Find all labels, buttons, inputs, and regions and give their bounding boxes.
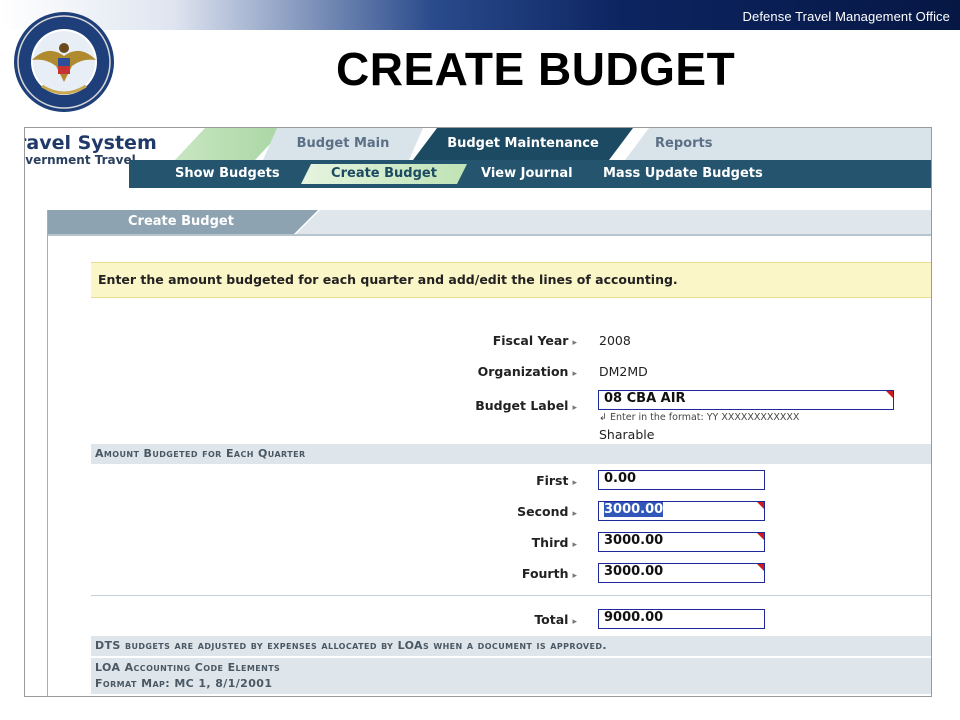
loa-title: LOA Accounting Code Elements [95, 661, 281, 674]
arrow-icon: ▸ [572, 478, 577, 488]
quarter-first-label-text: First [536, 473, 569, 488]
dts-note-bar: DTS budgets are adjusted by expenses all… [91, 636, 931, 656]
organization-value: DM2MD [599, 364, 648, 379]
quarter-first-label: First ▸ [377, 473, 577, 488]
quarter-second-input[interactable]: 3000.00 [598, 501, 765, 521]
budget-label-label-text: Budget Label [475, 398, 569, 413]
amount-section-header: Amount Budgeted for Each Quarter [91, 444, 931, 464]
quarter-first-value: 0.00 [604, 471, 637, 486]
arrow-icon: ▸ [572, 369, 577, 379]
loa-section-header: LOA Accounting Code Elements Format Map:… [91, 658, 931, 694]
quarter-second-label-text: Second [517, 504, 569, 519]
arrow-icon: ▸ [572, 509, 577, 519]
total-field: 9000.00 [598, 609, 765, 629]
quarter-third-value: 3000.00 [604, 533, 664, 548]
instruction-text: Enter the amount budgeted for each quart… [98, 272, 678, 287]
office-name: Defense Travel Management Office [742, 9, 950, 24]
arrow-icon: ▸ [572, 540, 577, 550]
arrow-icon: ▸ [572, 338, 577, 348]
fiscal-year-label-text: Fiscal Year [492, 333, 569, 348]
brand-title: ravel System [24, 132, 157, 154]
tab-budget-maintenance[interactable]: Budget Maintenance [413, 128, 633, 160]
total-value: 9000.00 [604, 610, 664, 625]
quarter-third-input[interactable]: 3000.00 [598, 532, 765, 552]
organization-label-text: Organization [477, 364, 569, 379]
quarter-fourth-input[interactable]: 3000.00 [598, 563, 765, 583]
slide-header-bar: Defense Travel Management Office [0, 0, 960, 30]
subnav-create-budget[interactable]: Create Budget [301, 164, 467, 184]
quarter-first-input[interactable]: 0.00 [598, 470, 765, 490]
panel-header-fill [296, 210, 931, 234]
sharable-text: Sharable [599, 427, 655, 442]
sub-nav-bar: Show Budgets Create Budget View Journal … [129, 160, 931, 188]
quarter-fourth-label: Fourth ▸ [377, 566, 577, 581]
amount-section-title: Amount Budgeted for Each Quarter [95, 447, 306, 460]
budget-label-label: Budget Label ▸ [377, 398, 577, 413]
quarter-second-label: Second ▸ [377, 504, 577, 519]
format-map: Format Map: MC 1, 8/1/2001 [95, 677, 273, 690]
app-screenshot: ravel System overnment Travel Budget Mai… [24, 127, 932, 697]
arrow-icon: ▸ [572, 403, 577, 413]
budget-label-hint-text: Enter in the format: YY XXXXXXXXXXXX [609, 412, 800, 423]
arrow-icon: ▸ [572, 571, 577, 581]
budget-label-input-value: 08 CBA AIR [604, 391, 686, 406]
quarter-fourth-value: 3000.00 [604, 564, 664, 579]
quarter-fourth-label-text: Fourth [521, 566, 569, 581]
subnav-show-budgets[interactable]: Show Budgets [175, 160, 280, 188]
fiscal-year-label: Fiscal Year ▸ [377, 333, 577, 348]
panel-rule [48, 234, 931, 236]
instruction-banner: Enter the amount budgeted for each quart… [91, 262, 931, 298]
total-label-text: Total [534, 612, 569, 627]
tab-reports[interactable]: Reports [625, 128, 931, 160]
quarter-second-value-selected: 3000.00 [604, 502, 664, 517]
dts-note-text: DTS budgets are adjusted by expenses all… [95, 639, 608, 652]
total-label: Total ▸ [377, 612, 577, 627]
subnav-mass-update-budgets[interactable]: Mass Update Budgets [603, 160, 763, 188]
hint-icon: ↲ [599, 412, 610, 423]
budget-label-hint: ↲ Enter in the format: YY XXXXXXXXXXXX [599, 412, 799, 423]
main-tab-bar: Budget Main Budget Maintenance Reports [175, 128, 931, 160]
panel-title: Create Budget [128, 214, 234, 229]
dtmo-seal-icon [14, 12, 114, 112]
organization-label: Organization ▸ [377, 364, 577, 379]
budget-label-input[interactable]: 08 CBA AIR [598, 390, 894, 410]
quarter-third-label: Third ▸ [377, 535, 577, 550]
arrow-icon: ▸ [572, 617, 577, 627]
quarter-third-label-text: Third [531, 535, 569, 550]
tab-budget-main[interactable]: Budget Main [263, 128, 423, 160]
subnav-view-journal[interactable]: View Journal [481, 160, 573, 188]
slide-title: CREATE BUDGET [336, 43, 736, 95]
fiscal-year-value: 2008 [599, 333, 631, 348]
total-divider [91, 595, 931, 596]
